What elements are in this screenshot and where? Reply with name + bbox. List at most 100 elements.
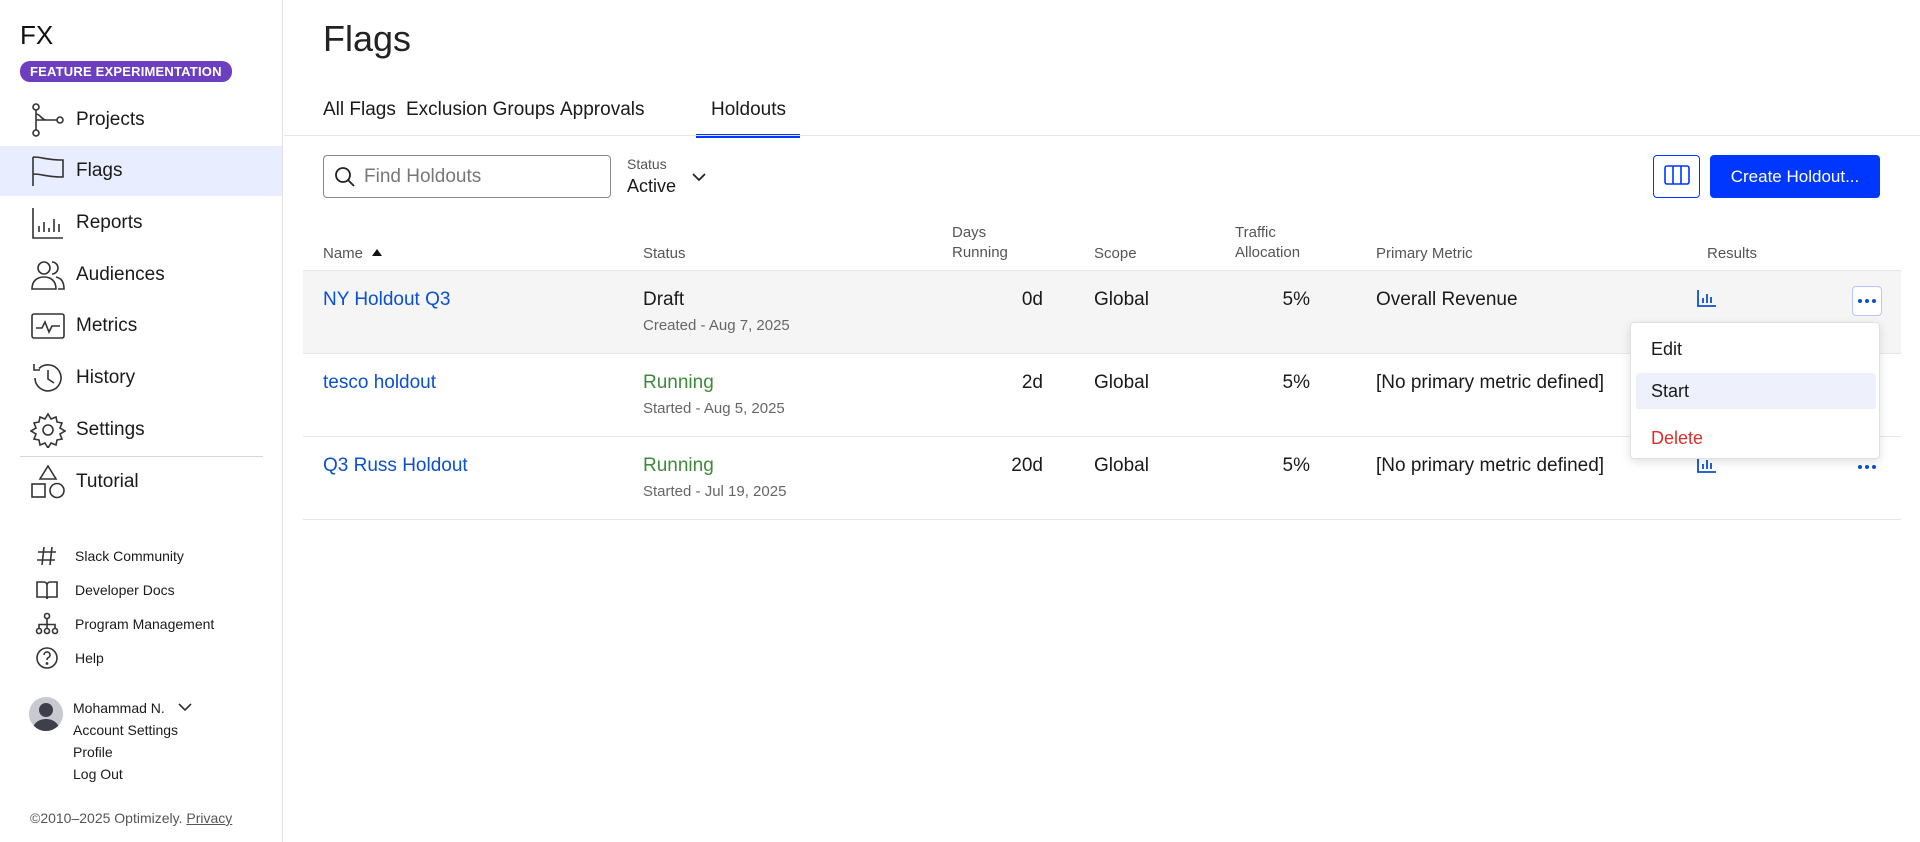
holdout-days-running: 20d [1011,455,1043,476]
logout-link[interactable]: Log Out [73,766,123,782]
metrics-icon [31,313,65,339]
column-header-traffic-allocation: Traffic Allocation [1235,223,1300,263]
holdout-traffic: 5% [1282,289,1310,310]
history-icon [33,364,62,392]
gear-icon [30,412,66,448]
flag-icon [32,156,64,186]
column-header-line: Days [952,224,987,241]
profile-link[interactable]: Profile [73,744,113,760]
sidebar-item-history[interactable]: History [0,353,282,403]
row-actions-button[interactable] [1852,286,1882,316]
more-horizontal-icon [1858,465,1876,469]
audiences-icon [31,261,65,290]
search-icon [335,167,355,187]
column-header-days-running: Days Running [952,223,1008,263]
column-header-primary-metric: Primary Metric [1376,245,1473,262]
tab-all-flags[interactable]: All Flags [323,96,396,138]
column-header-scope: Scope [1094,245,1137,262]
holdout-scope: Global [1094,455,1149,476]
avatar[interactable] [29,697,63,731]
sidebar-link-label: Slack Community [75,548,184,564]
copyright-text: ©2010–2025 Optimizely. [30,810,183,826]
sidebar-link-label: Developer Docs [75,582,175,598]
column-header-label: Name [323,245,364,262]
sort-ascending-icon [372,249,383,256]
holdout-scope: Global [1094,289,1149,310]
shapes-icon [31,464,65,499]
tab-holdouts[interactable]: Holdouts [696,96,800,138]
column-header-line: Allocation [1235,244,1301,261]
holdout-traffic: 5% [1282,372,1310,393]
sidebar-item-label: Audiences [76,264,165,285]
sidebar-item-reports[interactable]: Reports [0,198,282,248]
status-filter-value: Active [627,176,677,196]
sidebar-item-label: Flags [76,160,123,181]
sidebar-item-label: Projects [76,109,145,130]
app-logo[interactable]: FX [20,20,53,51]
sidebar-item-label: Reports [76,212,143,233]
user-avatar-icon [29,697,63,731]
holdout-status: Running [643,372,714,393]
holdout-name-link[interactable]: NY Holdout Q3 [323,289,450,311]
holdout-primary-metric: [No primary metric defined] [1376,455,1605,476]
holdout-status-date: Started - Jul 19, 2025 [643,483,787,500]
tabs-divider [284,135,1920,136]
holdout-name-link[interactable]: tesco holdout [323,372,436,394]
sidebar-item-label: Settings [76,419,145,440]
status-filter-label: Status [627,156,667,172]
column-header-line: Running [952,244,1008,261]
chevron-down-icon [692,173,706,182]
sidebar-item-settings[interactable]: Settings [0,405,282,455]
search-input[interactable] [364,165,599,189]
account-settings-link[interactable]: Account Settings [73,722,178,738]
sidebar-link-label: Program Management [75,616,215,632]
hash-icon [37,546,56,566]
menu-item-edit[interactable]: Edit [1636,331,1876,367]
sidebar-item-flags[interactable]: Flags [0,146,282,196]
menu-item-delete[interactable]: Delete [1636,420,1876,456]
column-header-name[interactable]: Name [323,244,383,264]
holdout-status-date: Started - Aug 5, 2025 [643,400,785,417]
copyright: ©2010–2025 Optimizely. Privacy [30,810,232,826]
holdout-days-running: 0d [1021,289,1043,310]
holdout-status: Running [643,455,714,476]
user-name[interactable]: Mohammad N. [73,700,165,716]
help-icon [36,647,58,669]
columns-icon [1663,165,1690,185]
sidebar-link-label: Help [75,650,104,666]
tab-approvals[interactable]: Approvals [560,96,645,138]
holdout-status-date: Created - Aug 7, 2025 [643,317,790,334]
page-title: Flags [323,18,412,59]
holdout-primary-metric: [No primary metric defined] [1376,372,1605,393]
sidebar: FX FEATURE EXPERIMENTATION Projects Flag… [0,0,283,842]
holdout-status: Draft [643,289,685,310]
main-content: Flags All Flags Exclusion Groups Approva… [284,0,1920,842]
row-actions-menu: Edit Start Delete [1630,322,1880,459]
org-chart-icon [35,612,59,635]
tab-exclusion-groups[interactable]: Exclusion Groups [406,96,555,138]
sidebar-item-label: Metrics [76,315,138,336]
sidebar-item-label: Tutorial [76,471,139,492]
status-filter-dropdown[interactable]: Status Active [627,156,717,200]
columns-button[interactable] [1653,155,1700,198]
sidebar-item-label: History [76,367,136,388]
tab-bar: All Flags Exclusion Groups Approvals Hol… [323,96,1920,138]
holdout-days-running: 2d [1021,372,1043,393]
search-box [323,155,611,198]
column-header-results: Results [1707,245,1758,262]
sidebar-item-audiences[interactable]: Audiences [0,250,282,300]
sidebar-item-metrics[interactable]: Metrics [0,301,282,351]
sidebar-item-projects[interactable]: Projects [0,95,282,145]
holdout-primary-metric: Overall Revenue [1376,289,1518,310]
results-chart-icon[interactable] [1697,289,1717,307]
sidebar-item-tutorial[interactable]: Tutorial [0,457,282,507]
column-header-status: Status [643,245,686,262]
product-badge: FEATURE EXPERIMENTATION [20,61,232,82]
create-holdout-button[interactable]: Create Holdout... [1710,155,1880,198]
holdout-name-link[interactable]: Q3 Russ Holdout [323,455,468,477]
privacy-link[interactable]: Privacy [186,810,232,826]
menu-item-start[interactable]: Start [1636,373,1876,409]
chevron-down-icon[interactable] [178,702,192,712]
projects-icon [32,103,64,137]
holdout-scope: Global [1094,372,1149,393]
